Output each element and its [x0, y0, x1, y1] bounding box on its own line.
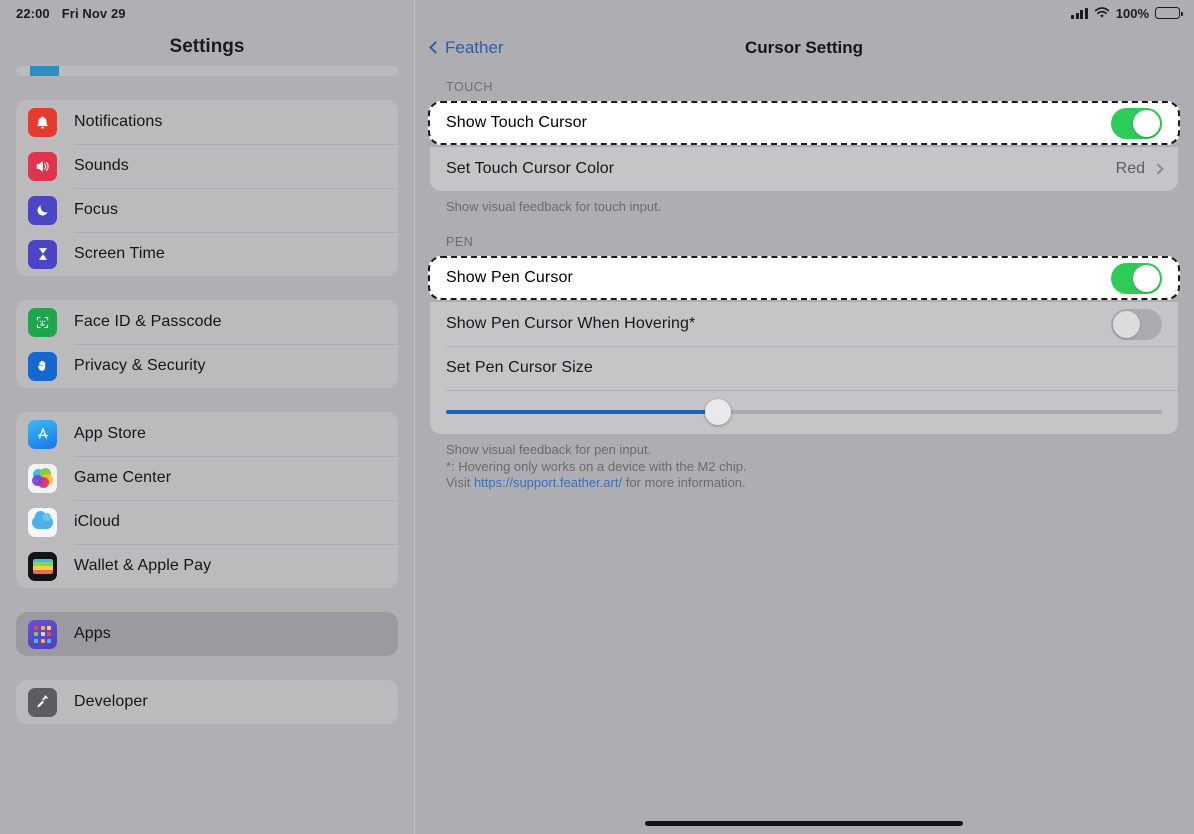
privacy-hand-icon	[28, 351, 57, 381]
footnote-prefix: Visit	[446, 474, 474, 490]
sounds-icon	[28, 151, 57, 181]
icloud-icon	[28, 507, 57, 537]
sidebar-group-apps: Apps	[16, 612, 398, 656]
sidebar-group-services: App Store Game Center iCloud Wallet & Ap…	[16, 412, 398, 588]
sidebar-item-developer[interactable]: Developer	[16, 680, 398, 724]
apps-icon	[28, 619, 57, 649]
back-button-label: Feather	[445, 38, 504, 57]
section-header-touch: TOUCH	[446, 80, 493, 94]
settings-sidebar: Settings Notifications Sounds Focus Scre…	[0, 0, 414, 834]
face-id-icon	[28, 307, 57, 337]
sidebar-group-security: Face ID & Passcode Privacy & Security	[16, 300, 398, 388]
navigation-bar: Feather Cursor Setting	[414, 26, 1194, 70]
sidebar-item-face-id[interactable]: Face ID & Passcode	[16, 300, 398, 344]
show-pen-cursor-toggle[interactable]	[1111, 262, 1162, 294]
row-accessory	[1111, 107, 1162, 139]
ipad-settings-screen: 22:00 Fri Nov 29 100% Settings Notificat…	[0, 0, 1194, 834]
battery-percent-label: 100%	[1115, 5, 1149, 21]
sidebar-group-partial	[16, 66, 398, 76]
sidebar-item-label: Game Center	[74, 469, 172, 486]
cellular-bars-icon	[1071, 7, 1088, 19]
sidebar-item-label: Face ID & Passcode	[74, 313, 222, 330]
sidebar-item-screen-time[interactable]: Screen Time	[16, 232, 398, 276]
group-pen-options: Show Pen Cursor When Hovering* Set Pen C…	[430, 302, 1178, 435]
app-store-icon	[28, 419, 57, 449]
sidebar-item-label: Privacy & Security	[74, 357, 206, 374]
sidebar-item-label: Developer	[74, 693, 148, 710]
sidebar-group-developer: Developer	[16, 680, 398, 724]
footnote-pen: Show visual feedback for pen input. *: H…	[430, 434, 1178, 491]
sidebar-item-label: App Store	[74, 425, 147, 442]
settings-list: TOUCH Show Touch Cursor Set Touch Cursor…	[414, 80, 1194, 491]
page-title: Cursor Setting	[744, 38, 864, 57]
touch-cursor-color-value: Red	[1115, 160, 1145, 177]
sidebar-item-notifications[interactable]: Notifications	[16, 100, 398, 144]
sidebar-item-label: Sounds	[74, 157, 129, 174]
cursor-setting-panel: Feather Cursor Setting TOUCH Show Touch …	[414, 0, 1194, 834]
sidebar-item-label: Notifications	[74, 113, 163, 130]
sidebar-item-app-store[interactable]: App Store	[16, 412, 398, 456]
sidebar-item-focus[interactable]: Focus	[16, 188, 398, 232]
row-show-touch-cursor[interactable]: Show Touch Cursor	[428, 101, 1180, 145]
sidebar-item-sounds[interactable]: Sounds	[16, 144, 398, 188]
sidebar-title: Settings	[169, 36, 245, 57]
sidebar-item-privacy-security[interactable]: Privacy & Security	[16, 344, 398, 388]
sidebar-item-icloud[interactable]: iCloud	[16, 500, 398, 544]
status-bar: 22:00 Fri Nov 29 100%	[0, 0, 1194, 26]
group-touch-color: Set Touch Cursor Color Red	[430, 147, 1178, 191]
chevron-left-icon	[429, 41, 442, 54]
show-touch-cursor-toggle[interactable]	[1111, 107, 1162, 139]
notifications-icon	[28, 107, 57, 137]
row-pen-cursor-size-slider[interactable]	[430, 390, 1178, 434]
sidebar-item-wallet-apple-pay[interactable]: Wallet & Apple Pay	[16, 544, 398, 588]
footnote-line-3: Visit https://support.feather.art/ for m…	[446, 475, 1162, 491]
chevron-right-icon	[1152, 163, 1164, 175]
sidebar-item-label: Focus	[74, 201, 119, 218]
sidebar-item-label: Wallet & Apple Pay	[74, 557, 212, 574]
sidebar-item-label: Apps	[74, 625, 111, 642]
focus-moon-icon	[28, 195, 57, 225]
footnote-line-2: *: Hovering only works on a device with …	[446, 458, 747, 474]
row-label: Show Pen Cursor	[446, 269, 573, 287]
home-indicator	[645, 821, 963, 826]
section-header-pen: PEN	[446, 235, 474, 250]
status-date: Fri Nov 29	[61, 5, 126, 21]
status-bar-right: 100%	[1071, 5, 1183, 21]
battery-full-icon	[1155, 7, 1183, 19]
developer-hammer-icon	[28, 687, 57, 717]
row-show-pen-cursor-hovering[interactable]: Show Pen Cursor When Hovering*	[430, 302, 1178, 346]
row-accessory	[1111, 262, 1162, 294]
pen-cursor-size-slider[interactable]	[446, 399, 1162, 426]
footnote-touch: Show visual feedback for touch input.	[446, 199, 662, 214]
back-button[interactable]: Feather	[429, 38, 504, 58]
wifi-icon	[1094, 7, 1110, 19]
footnote-suffix: for more information.	[622, 474, 746, 490]
game-center-icon	[28, 463, 57, 493]
row-label: Set Pen Cursor Size	[446, 359, 593, 377]
slider-thumb[interactable]	[705, 399, 732, 426]
sidebar-item-label: Screen Time	[74, 245, 165, 262]
row-label: Show Pen Cursor When Hovering*	[446, 315, 696, 333]
row-set-pen-cursor-size[interactable]: Set Pen Cursor Size	[430, 346, 1178, 390]
support-link[interactable]: https://support.feather.art/	[474, 475, 622, 490]
screen-time-hourglass-icon	[28, 239, 57, 269]
footnote-line-1: Show visual feedback for pen input.	[446, 442, 652, 458]
row-accessory	[1111, 308, 1162, 340]
wallet-icon	[28, 551, 57, 581]
status-bar-left: 22:00 Fri Nov 29	[16, 6, 126, 21]
partial-item-icon	[30, 66, 59, 76]
sidebar-group-system: Notifications Sounds Focus Screen Time	[16, 100, 398, 276]
sidebar-item-game-center[interactable]: Game Center	[16, 456, 398, 500]
row-accessory: Red	[1115, 160, 1164, 178]
sidebar-scroll-area[interactable]: Notifications Sounds Focus Screen Time F…	[0, 66, 414, 834]
row-label: Set Touch Cursor Color	[446, 160, 615, 177]
sidebar-item-apps[interactable]: Apps	[16, 612, 398, 656]
row-set-touch-cursor-color[interactable]: Set Touch Cursor Color Red	[430, 147, 1178, 191]
row-show-pen-cursor[interactable]: Show Pen Cursor	[428, 256, 1180, 301]
show-pen-cursor-hovering-toggle[interactable]	[1111, 308, 1162, 340]
status-time: 22:00	[16, 5, 50, 21]
slider-fill	[446, 410, 719, 415]
sidebar-item-label: iCloud	[74, 513, 120, 530]
row-label: Show Touch Cursor	[446, 114, 588, 131]
